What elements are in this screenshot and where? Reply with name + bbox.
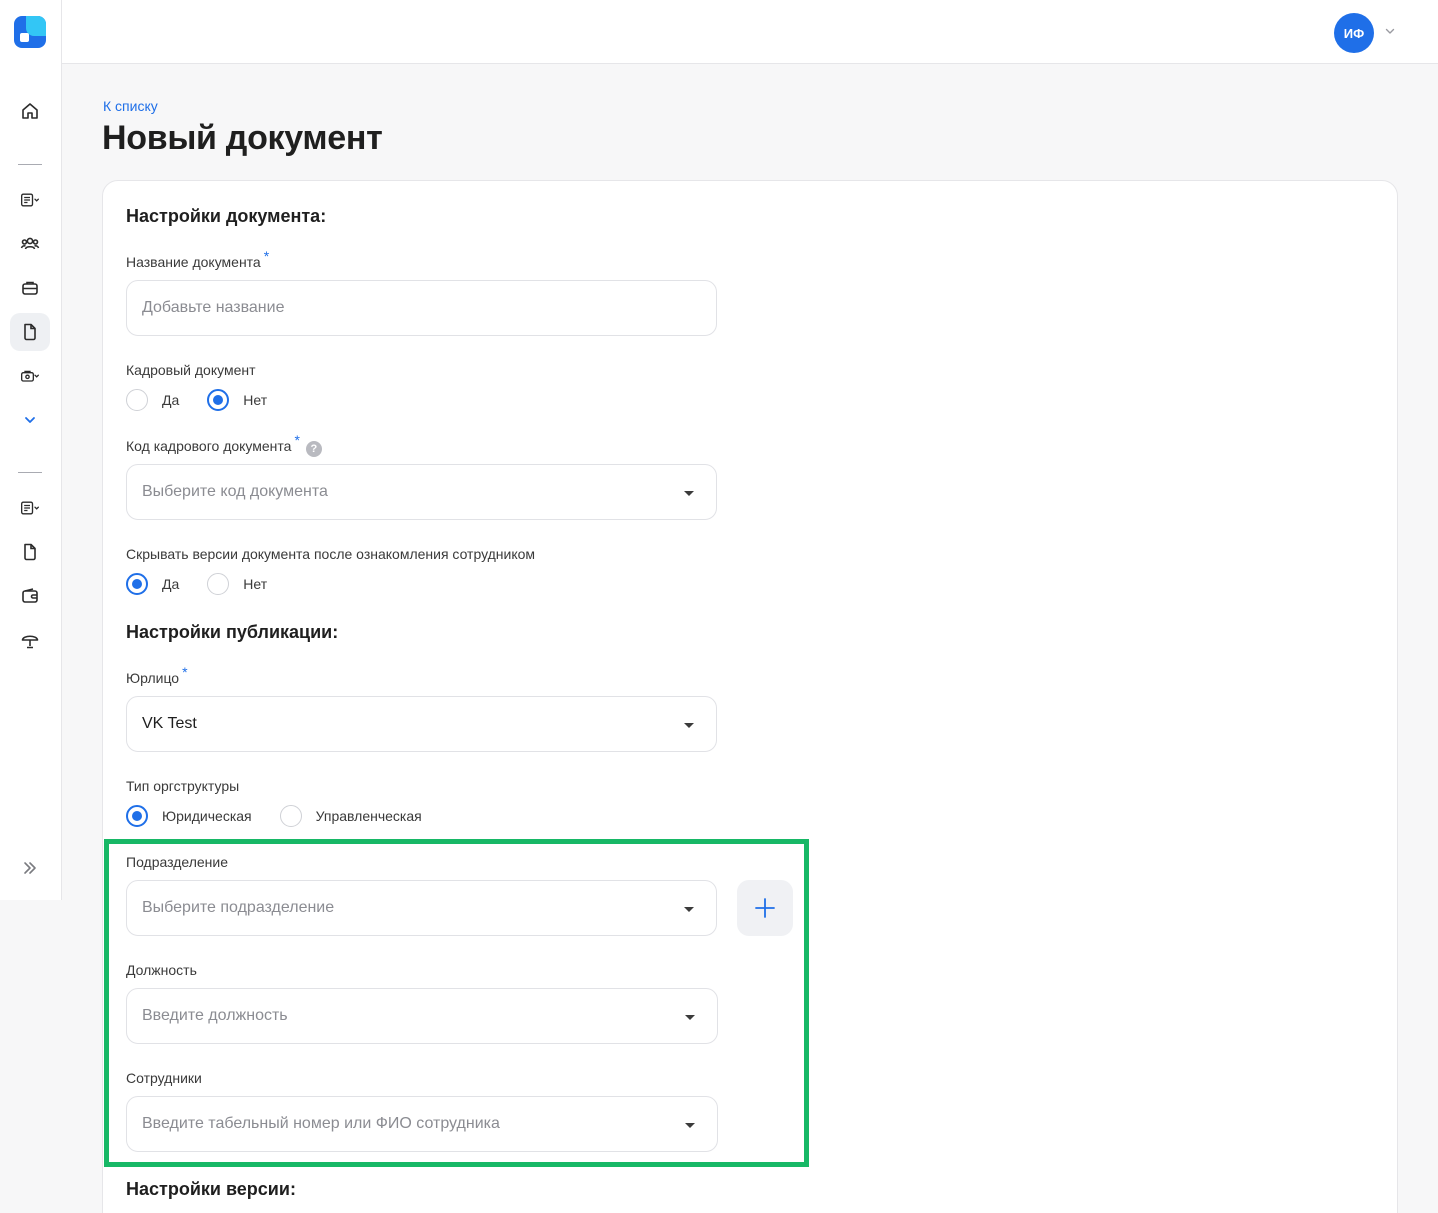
caret-down-icon	[684, 723, 694, 728]
chevron-down-icon[interactable]	[10, 401, 50, 439]
hr-document-yes-option[interactable]: Да	[126, 389, 179, 411]
required-mark: *	[182, 664, 188, 680]
wallet-icon[interactable]	[10, 577, 50, 615]
caret-down-icon	[684, 491, 694, 496]
user-avatar[interactable]: ИФ	[1334, 13, 1374, 53]
back-to-list-link[interactable]: К списку	[103, 98, 158, 114]
radio-button[interactable]	[207, 573, 230, 595]
document-list-icon[interactable]	[10, 181, 50, 219]
hide-versions-label: Скрывать версии документа после ознакомл…	[126, 546, 536, 562]
org-structure-radio-group: Юридическая Управленческая	[126, 805, 450, 827]
hr-code-select[interactable]: Выберите код документа	[126, 464, 717, 520]
document-list-icon[interactable]	[10, 489, 50, 527]
home-icon[interactable]	[10, 92, 50, 130]
radio-button[interactable]	[126, 389, 148, 411]
hide-versions-no-option[interactable]: Нет	[207, 573, 267, 595]
users-icon[interactable]	[10, 225, 50, 263]
document-name-input[interactable]	[126, 280, 717, 336]
top-bar: ИФ	[62, 0, 1438, 64]
legal-entity-select[interactable]: VK Test	[126, 696, 717, 752]
radio-button[interactable]	[279, 805, 302, 827]
section-title-publication: Настройки публикации:	[126, 622, 339, 642]
org-structure-management-option[interactable]: Управленческая	[279, 805, 422, 827]
section-title-document: Настройки документа:	[126, 206, 327, 226]
double-chevron-right-icon[interactable]	[20, 858, 40, 878]
page-title: Новый документ	[102, 119, 383, 157]
document-name-label: Название документа *	[126, 248, 270, 270]
sidebar-divider	[18, 472, 42, 473]
help-icon[interactable]: ?	[305, 441, 322, 457]
file-icon[interactable]	[10, 533, 50, 571]
sidebar-divider	[18, 164, 42, 165]
chevron-down-icon[interactable]	[1384, 25, 1396, 37]
org-structure-legal-option[interactable]: Юридическая	[126, 805, 252, 827]
radio-button-selected[interactable]	[126, 805, 148, 827]
radio-button-selected[interactable]	[207, 389, 230, 411]
org-structure-label: Тип оргструктуры	[126, 778, 240, 794]
app-logo[interactable]	[14, 16, 46, 48]
highlight-frame	[104, 839, 809, 1167]
briefcase-icon[interactable]	[10, 269, 50, 307]
hide-versions-radio-group: Да Нет	[126, 573, 295, 595]
required-mark: *	[263, 248, 270, 264]
file-icon[interactable]	[10, 313, 50, 351]
hr-document-radio-group: Да Нет	[126, 389, 295, 411]
hide-versions-yes-option[interactable]: Да	[126, 573, 179, 595]
hr-code-label: Код кадрового документа *?	[126, 432, 322, 457]
umbrella-icon[interactable]	[10, 621, 50, 659]
sidebar	[0, 0, 62, 900]
required-mark: *	[294, 432, 300, 448]
radio-button-selected[interactable]	[126, 573, 148, 595]
medkit-icon[interactable]	[10, 357, 50, 395]
hr-document-no-option[interactable]: Нет	[207, 389, 267, 411]
section-title-version: Настройки версии:	[126, 1179, 296, 1199]
hr-document-label: Кадровый документ	[126, 362, 256, 378]
legal-entity-label: Юрлицо *	[126, 664, 188, 686]
